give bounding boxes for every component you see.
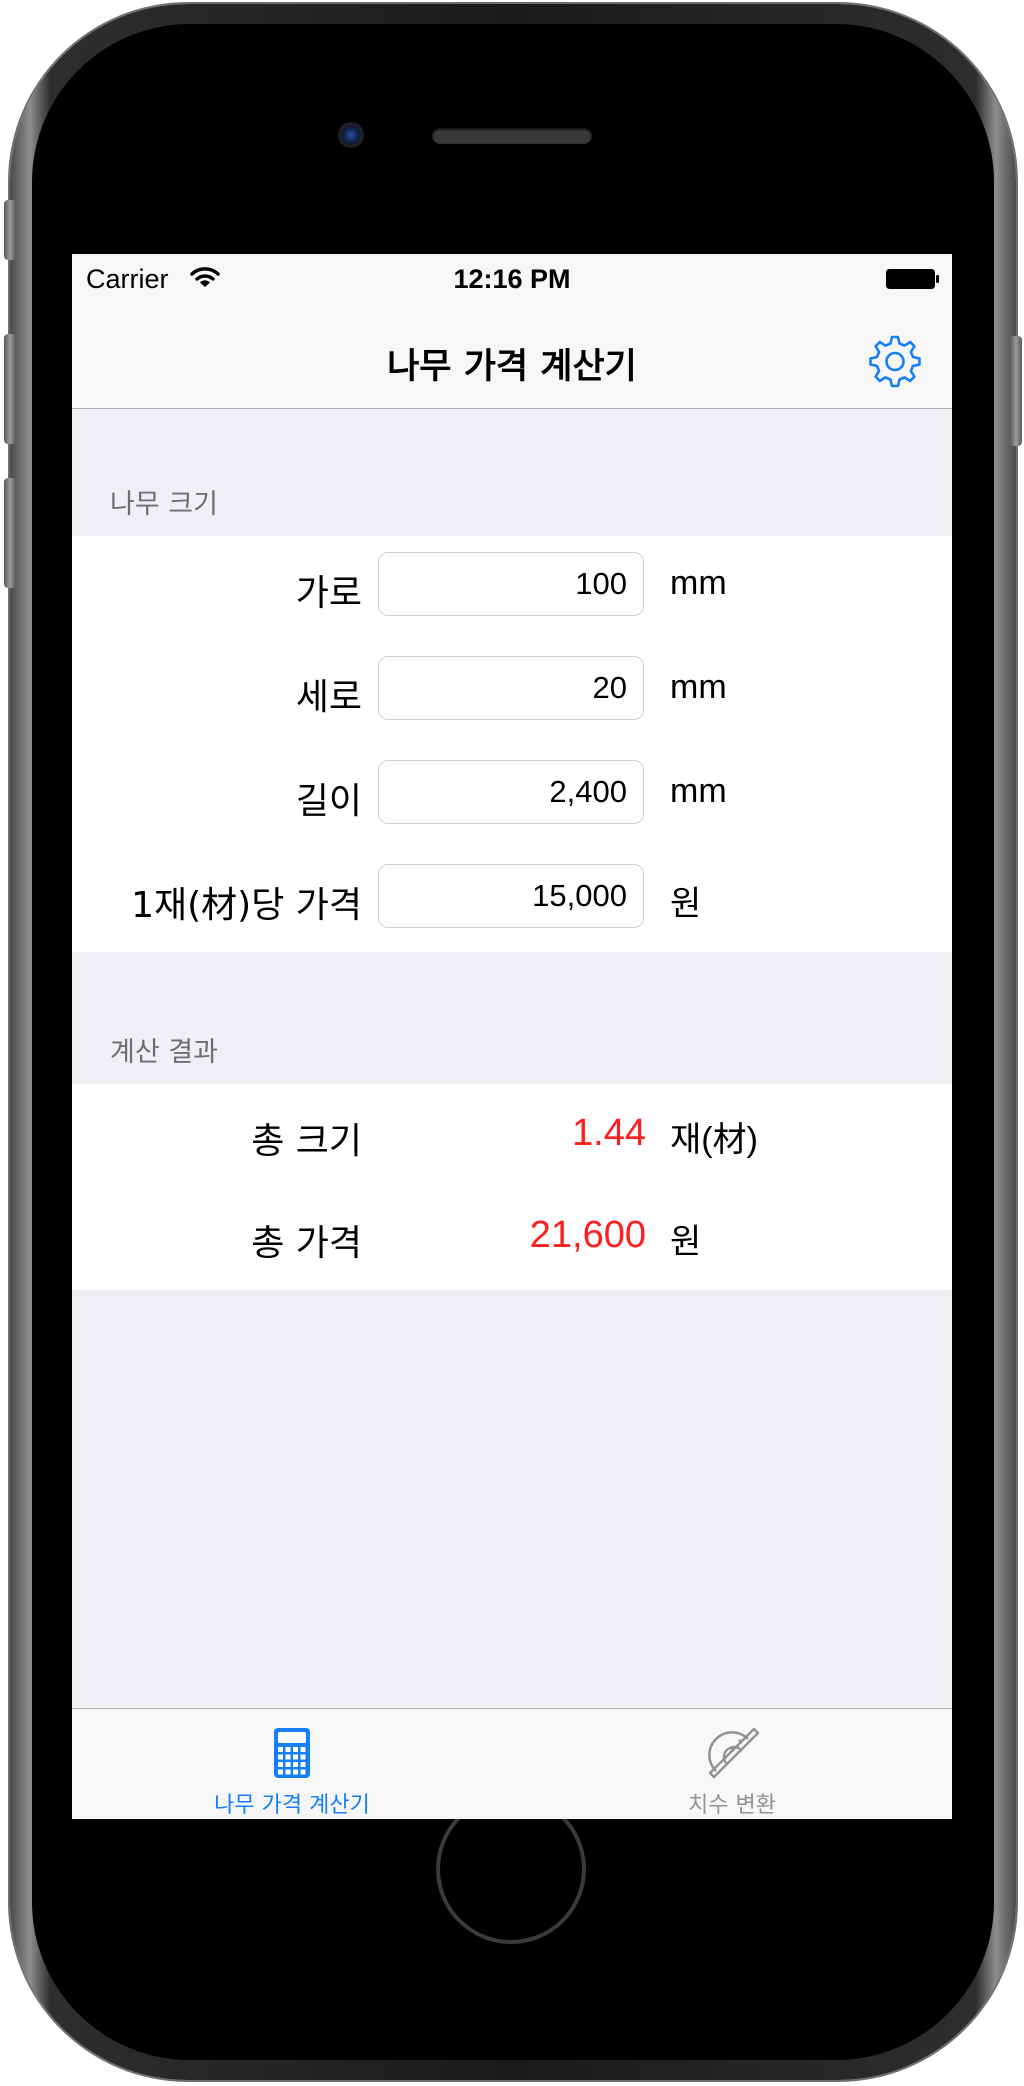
height-unit: mm <box>670 668 727 706</box>
clock: 12:16 PM <box>453 264 571 294</box>
total-size-value: 1.44 <box>572 1112 646 1154</box>
battery-icon <box>886 269 939 289</box>
size-input-group: 가로 100 mm 세로 20 mm 길이 2,400 mm 1재(材)당 가격… <box>72 536 952 952</box>
length-label: 길이 <box>295 781 362 822</box>
total-size-unit: 재(材) <box>670 1121 758 1159</box>
height-input[interactable]: 20 <box>378 656 644 720</box>
width-unit: mm <box>670 564 727 602</box>
length-unit: mm <box>670 772 727 810</box>
status-bar: Carrier 12:16 PM <box>72 254 952 304</box>
unit-price-input[interactable]: 15,000 <box>378 864 644 928</box>
total-price-label: 총 가격 <box>251 1223 362 1264</box>
height-row: 세로 20 mm <box>72 640 952 744</box>
calculator-icon <box>274 1728 310 1778</box>
length-input[interactable]: 2,400 <box>378 760 644 824</box>
height-label: 세로 <box>295 677 362 718</box>
tab-price-calculator[interactable]: 나무 가격 계산기 <box>72 1709 512 1819</box>
gear-icon[interactable] <box>868 334 922 388</box>
total-price-value: 21,600 <box>529 1214 646 1256</box>
tab-size-conversion[interactable]: 치수 변환 <box>512 1709 952 1819</box>
navigation-bar: 나무 가격 계산기 <box>72 304 952 409</box>
size-section-header: 나무 크기 <box>110 489 218 520</box>
total-price-row: 총 가격 21,600 원 <box>72 1186 952 1290</box>
length-row: 길이 2,400 mm <box>72 744 952 848</box>
unit-price-label: 1재(材)당 가격 <box>131 885 362 926</box>
mute-switch <box>4 200 16 260</box>
front-camera <box>338 122 364 148</box>
tab-bar: 나무 가격 계산기 치수 변환 <box>72 1708 952 1819</box>
volume-down-button <box>4 478 16 588</box>
unit-price-unit: 원 <box>670 885 702 923</box>
total-price-unit: 원 <box>670 1223 702 1261</box>
app-screen: Carrier 12:16 PM 나무 가격 계산기 나무 크기 가로 100 … <box>72 254 952 1819</box>
unit-price-row: 1재(材)당 가격 15,000 원 <box>72 848 952 952</box>
total-size-label: 총 크기 <box>251 1121 362 1162</box>
total-size-row: 총 크기 1.44 재(材) <box>72 1084 952 1188</box>
protractor-icon <box>708 1727 760 1779</box>
tab-size-conversion-label: 치수 변환 <box>688 1793 776 1818</box>
volume-up-button <box>4 334 16 444</box>
width-input[interactable]: 100 <box>378 552 644 616</box>
width-label: 가로 <box>295 573 362 614</box>
power-button <box>1010 336 1022 446</box>
tab-price-calculator-label: 나무 가격 계산기 <box>214 1793 370 1818</box>
page-title: 나무 가격 계산기 <box>387 347 637 387</box>
earpiece-speaker <box>432 128 592 144</box>
result-section-header: 계산 결과 <box>110 1037 218 1068</box>
result-group: 총 크기 1.44 재(材) 총 가격 21,600 원 <box>72 1084 952 1290</box>
width-row: 가로 100 mm <box>72 536 952 640</box>
